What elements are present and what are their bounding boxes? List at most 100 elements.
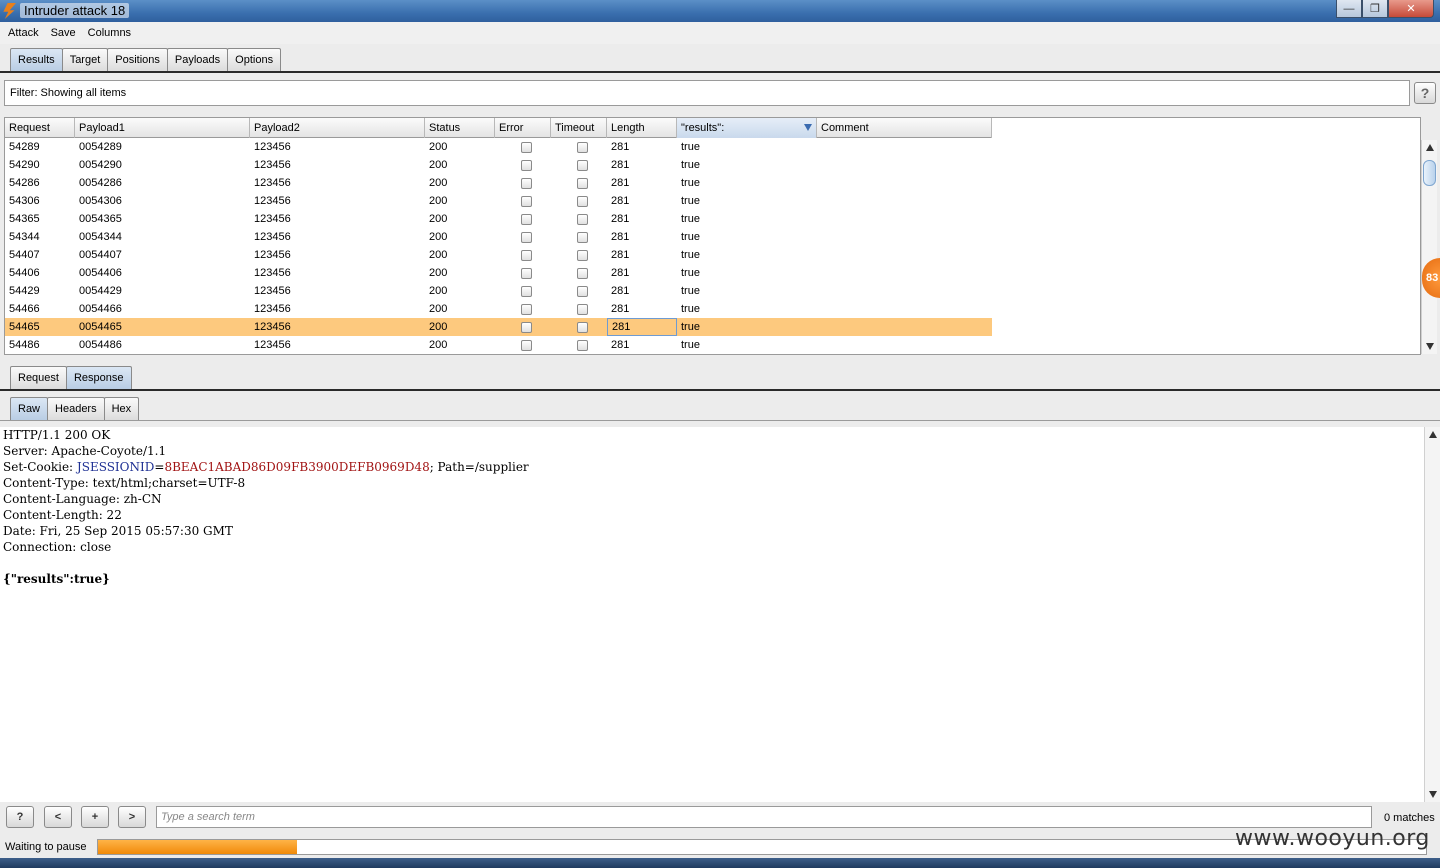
view-tabs-divider — [0, 420, 1440, 421]
search-help-button[interactable]: ? — [6, 806, 34, 828]
search-next-button[interactable]: > — [118, 806, 146, 828]
response-header-set-cookie: Set-Cookie: JSESSIONID=8BEAC1ABAD86D09FB… — [3, 459, 1421, 475]
checkbox[interactable] — [521, 141, 532, 153]
cell-timeout-checkbox — [551, 156, 607, 174]
checkbox[interactable] — [521, 213, 532, 225]
search-input[interactable] — [156, 806, 1372, 828]
tab-response[interactable]: Response — [65, 366, 132, 389]
cell-comment — [817, 156, 992, 174]
table-row[interactable]: 54344 0054344 123456 200 281 true — [5, 228, 992, 246]
column-error[interactable]: Error — [495, 118, 551, 138]
column-request[interactable]: Request — [5, 118, 75, 138]
table-row[interactable]: 54486 0054486 123456 200 281 true — [5, 336, 992, 354]
cell-comment — [817, 228, 992, 246]
checkbox[interactable] — [521, 321, 532, 333]
filter-help-button[interactable]: ? — [1414, 82, 1436, 104]
checkbox[interactable] — [577, 249, 588, 261]
cell-comment — [817, 192, 992, 210]
sort-descending-icon — [804, 124, 812, 131]
table-row[interactable]: 54286 0054286 123456 200 281 true — [5, 174, 992, 192]
table-row[interactable]: 54289 0054289 123456 200 281 true — [5, 138, 992, 156]
cell-timeout-checkbox — [551, 336, 607, 354]
table-row[interactable]: 54407 0054407 123456 200 281 true — [5, 246, 992, 264]
checkbox[interactable] — [521, 303, 532, 315]
checkbox[interactable] — [521, 159, 532, 171]
checkbox[interactable] — [577, 231, 588, 243]
table-header: Request Payload1 Payload2 Status Error T… — [5, 118, 992, 138]
checkbox[interactable] — [521, 285, 532, 297]
scroll-up-icon[interactable] — [1426, 144, 1434, 151]
cell-length: 281 — [611, 267, 630, 279]
checkbox[interactable] — [521, 249, 532, 261]
detail-tabs: Request Response — [10, 366, 132, 389]
search-add-button[interactable]: + — [81, 806, 109, 828]
table-row[interactable]: 54429 0054429 123456 200 281 true — [5, 282, 992, 300]
table-row[interactable]: 54465 0054465 123456 200 281 true — [5, 318, 992, 336]
menu-attack[interactable]: Attack — [6, 27, 41, 39]
tab-options[interactable]: Options — [227, 48, 282, 71]
filter-bar[interactable]: Filter: Showing all items — [4, 80, 1410, 106]
tab-raw[interactable]: Raw — [10, 397, 49, 420]
column-timeout[interactable]: Timeout — [551, 118, 607, 138]
checkbox[interactable] — [521, 267, 532, 279]
checkbox[interactable] — [577, 195, 588, 207]
checkbox[interactable] — [521, 177, 532, 189]
response-scroll-up-icon[interactable] — [1429, 431, 1437, 438]
column-results-label: "results": — [681, 122, 725, 134]
checkbox[interactable] — [577, 177, 588, 189]
checkbox[interactable] — [521, 339, 532, 351]
column-comment[interactable]: Comment — [817, 118, 992, 138]
tab-hex[interactable]: Hex — [103, 397, 140, 420]
table-row[interactable]: 54365 0054365 123456 200 281 true — [5, 210, 992, 228]
response-viewer[interactable]: HTTP/1.1 200 OK Server: Apache-Coyote/1.… — [0, 427, 1424, 802]
maximize-button[interactable]: ❐ — [1362, 0, 1388, 18]
cell-error-checkbox — [495, 210, 551, 228]
checkbox[interactable] — [521, 231, 532, 243]
response-status-line: HTTP/1.1 200 OK — [3, 428, 111, 442]
tab-payloads[interactable]: Payloads — [166, 48, 229, 71]
table-scrollbar-thumb[interactable] — [1423, 160, 1436, 186]
tab-headers[interactable]: Headers — [47, 397, 105, 420]
main-tabs-divider — [0, 71, 1440, 73]
cell-error-checkbox — [495, 228, 551, 246]
menu-columns[interactable]: Columns — [86, 27, 133, 39]
checkbox[interactable] — [521, 195, 532, 207]
tab-target[interactable]: Target — [61, 48, 109, 71]
cell-error-checkbox — [495, 336, 551, 354]
menu-save[interactable]: Save — [49, 27, 78, 39]
checkbox[interactable] — [577, 285, 588, 297]
column-payload1[interactable]: Payload1 — [75, 118, 250, 138]
checkbox[interactable] — [577, 267, 588, 279]
cookie-header-label: Set-Cookie: — [3, 460, 77, 474]
checkbox[interactable] — [577, 339, 588, 351]
column-payload2[interactable]: Payload2 — [250, 118, 425, 138]
checkbox[interactable] — [577, 321, 588, 333]
column-status[interactable]: Status — [425, 118, 495, 138]
checkbox[interactable] — [577, 213, 588, 225]
scroll-down-icon[interactable] — [1426, 343, 1434, 350]
table-scrollbar[interactable] — [1421, 140, 1437, 354]
checkbox[interactable] — [577, 159, 588, 171]
cell-timeout-checkbox — [551, 174, 607, 192]
tab-results[interactable]: Results — [10, 48, 63, 71]
table-row[interactable]: 54306 0054306 123456 200 281 true — [5, 192, 992, 210]
cell-length: 281 — [611, 339, 630, 351]
cell-error-checkbox — [495, 318, 551, 336]
checkbox[interactable] — [577, 141, 588, 153]
cell-status: 200 — [429, 177, 448, 189]
minimize-button[interactable]: — — [1336, 0, 1362, 18]
match-count: 0 matches — [1384, 812, 1435, 824]
table-row[interactable]: 54406 0054406 123456 200 281 true — [5, 264, 992, 282]
close-button[interactable]: ✕ — [1388, 0, 1434, 18]
column-length[interactable]: Length — [607, 118, 677, 138]
column-results[interactable]: "results": — [677, 118, 817, 138]
response-scroll-down-icon[interactable] — [1429, 791, 1437, 798]
checkbox[interactable] — [577, 303, 588, 315]
table-row[interactable]: 54290 0054290 123456 200 281 true — [5, 156, 992, 174]
tab-request[interactable]: Request — [10, 366, 67, 389]
table-row[interactable]: 54466 0054466 123456 200 281 true — [5, 300, 992, 318]
tab-positions[interactable]: Positions — [107, 48, 168, 71]
response-scrollbar[interactable] — [1424, 427, 1440, 802]
search-previous-button[interactable]: < — [44, 806, 72, 828]
cell-payload1: 0054406 — [79, 267, 122, 279]
